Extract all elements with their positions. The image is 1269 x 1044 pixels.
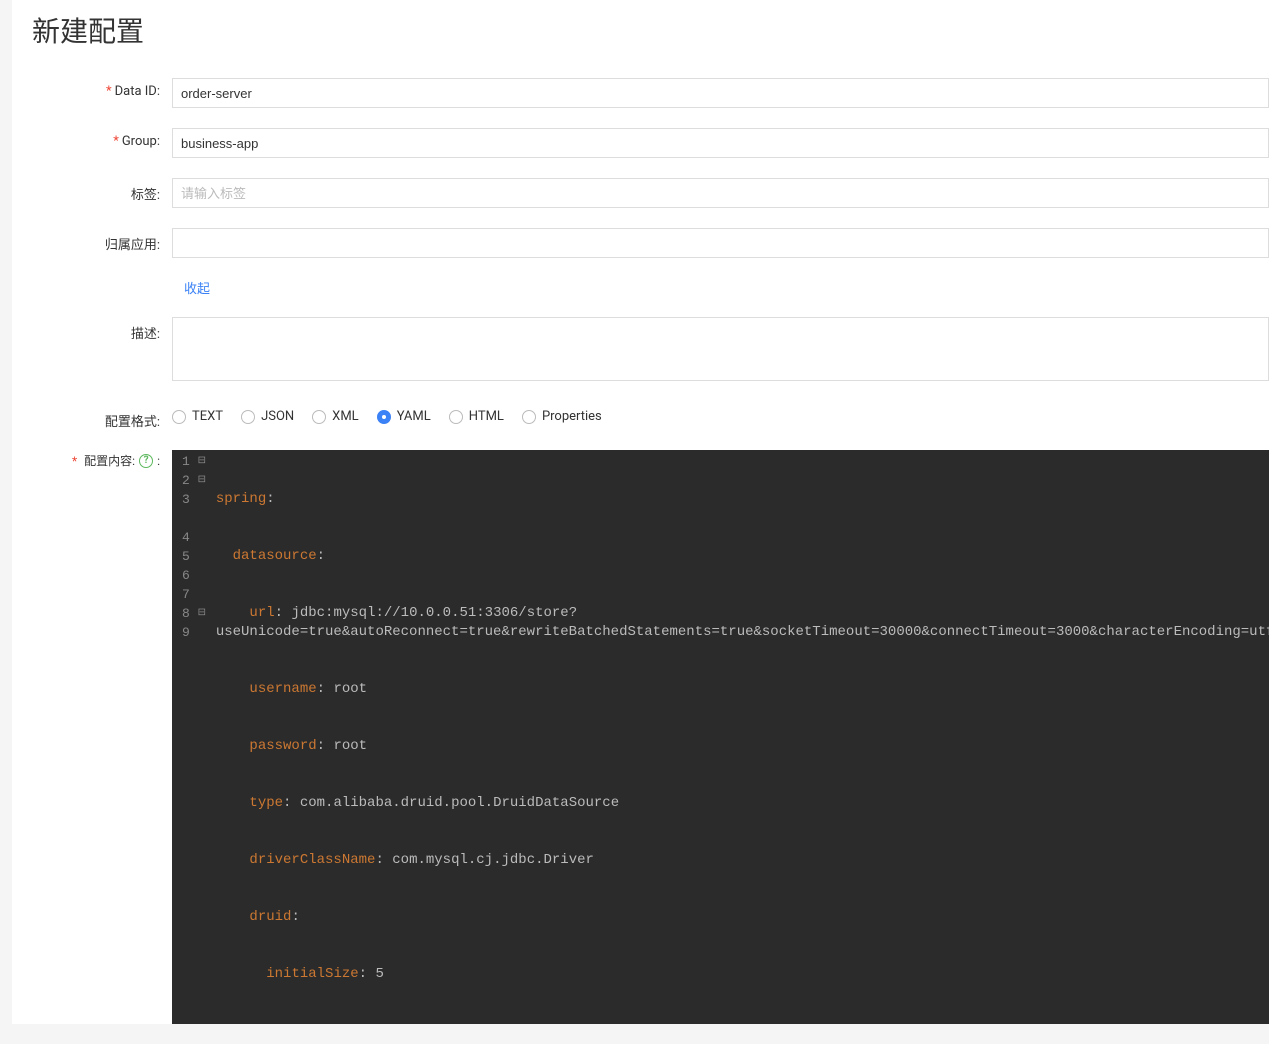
radio-label: XML — [332, 409, 359, 424]
app-input[interactable] — [172, 228, 1269, 258]
page-title: 新建配置 — [32, 10, 1269, 50]
row-group: *Group: — [32, 128, 1269, 158]
line-number: 9 — [182, 623, 190, 642]
editor-fold-column: ⊟⊟⊟ — [196, 450, 212, 1024]
fold-toggle-icon[interactable]: ⊟ — [196, 452, 208, 471]
radio-label: HTML — [469, 409, 504, 424]
fold-toggle-icon[interactable]: ⊟ — [196, 471, 208, 490]
radio-icon — [312, 410, 326, 424]
line-number: 6 — [182, 566, 190, 585]
fold-spacer — [196, 490, 208, 528]
radio-icon — [241, 410, 255, 424]
fold-spacer — [196, 547, 208, 566]
label-tags: 标签: — [32, 178, 172, 203]
line-number: 8 — [182, 604, 190, 623]
radio-icon — [172, 410, 186, 424]
radio-icon — [522, 410, 536, 424]
fold-toggle-icon[interactable]: ⊟ — [196, 604, 208, 623]
row-tags: 标签: — [32, 178, 1269, 208]
radio-label: JSON — [261, 409, 294, 424]
label-group: *Group: — [32, 128, 172, 149]
required-mark: * — [113, 134, 119, 149]
row-data-id: *Data ID: — [32, 78, 1269, 108]
row-content: *配置内容: ? : 123456789 ⊟⊟⊟ spring: datasou… — [32, 450, 1269, 1024]
label-format: 配置格式: — [32, 405, 172, 430]
label-colon: : — [157, 454, 160, 468]
line-number: 5 — [182, 547, 190, 566]
help-icon[interactable]: ? — [139, 454, 153, 468]
label-app: 归属应用: — [32, 228, 172, 253]
collapse-link[interactable]: 收起 — [184, 278, 210, 297]
format-radio-properties[interactable]: Properties — [522, 409, 602, 424]
data-id-input[interactable] — [172, 78, 1269, 108]
label-content: *配置内容: ? : — [32, 450, 172, 469]
line-number: 3 — [182, 490, 190, 528]
radio-icon — [377, 410, 391, 424]
format-radio-yaml[interactable]: YAML — [377, 409, 431, 424]
line-number: 7 — [182, 585, 190, 604]
fold-spacer — [196, 585, 208, 604]
row-desc: 描述: — [32, 317, 1269, 385]
radio-icon — [449, 410, 463, 424]
row-format: 配置格式: TEXT JSON XML YAML HTML Properties — [32, 405, 1269, 430]
format-radio-xml[interactable]: XML — [312, 409, 359, 424]
label-desc: 描述: — [32, 317, 172, 342]
radio-label: Properties — [542, 409, 602, 424]
format-radio-group: TEXT JSON XML YAML HTML Properties — [172, 405, 1269, 424]
line-number: 4 — [182, 528, 190, 547]
line-number: 2 — [182, 471, 190, 490]
required-mark: * — [72, 454, 77, 468]
editor-code[interactable]: spring: datasource: url: jdbc:mysql://10… — [212, 450, 1269, 1024]
desc-textarea[interactable] — [172, 317, 1269, 381]
label-data-id: *Data ID: — [32, 78, 172, 99]
fold-spacer — [196, 623, 208, 642]
fold-spacer — [196, 528, 208, 547]
fold-spacer — [196, 566, 208, 585]
format-radio-text[interactable]: TEXT — [172, 409, 223, 424]
row-app: 归属应用: — [32, 228, 1269, 258]
group-input[interactable] — [172, 128, 1269, 158]
radio-label: TEXT — [192, 409, 223, 424]
radio-label: YAML — [397, 409, 431, 424]
line-number: 1 — [182, 452, 190, 471]
tags-input[interactable] — [172, 178, 1269, 208]
format-radio-html[interactable]: HTML — [449, 409, 504, 424]
required-mark: * — [106, 84, 112, 99]
editor-gutter: 123456789 — [172, 450, 196, 1024]
format-radio-json[interactable]: JSON — [241, 409, 294, 424]
code-editor[interactable]: 123456789 ⊟⊟⊟ spring: datasource: url: j… — [172, 450, 1269, 1024]
